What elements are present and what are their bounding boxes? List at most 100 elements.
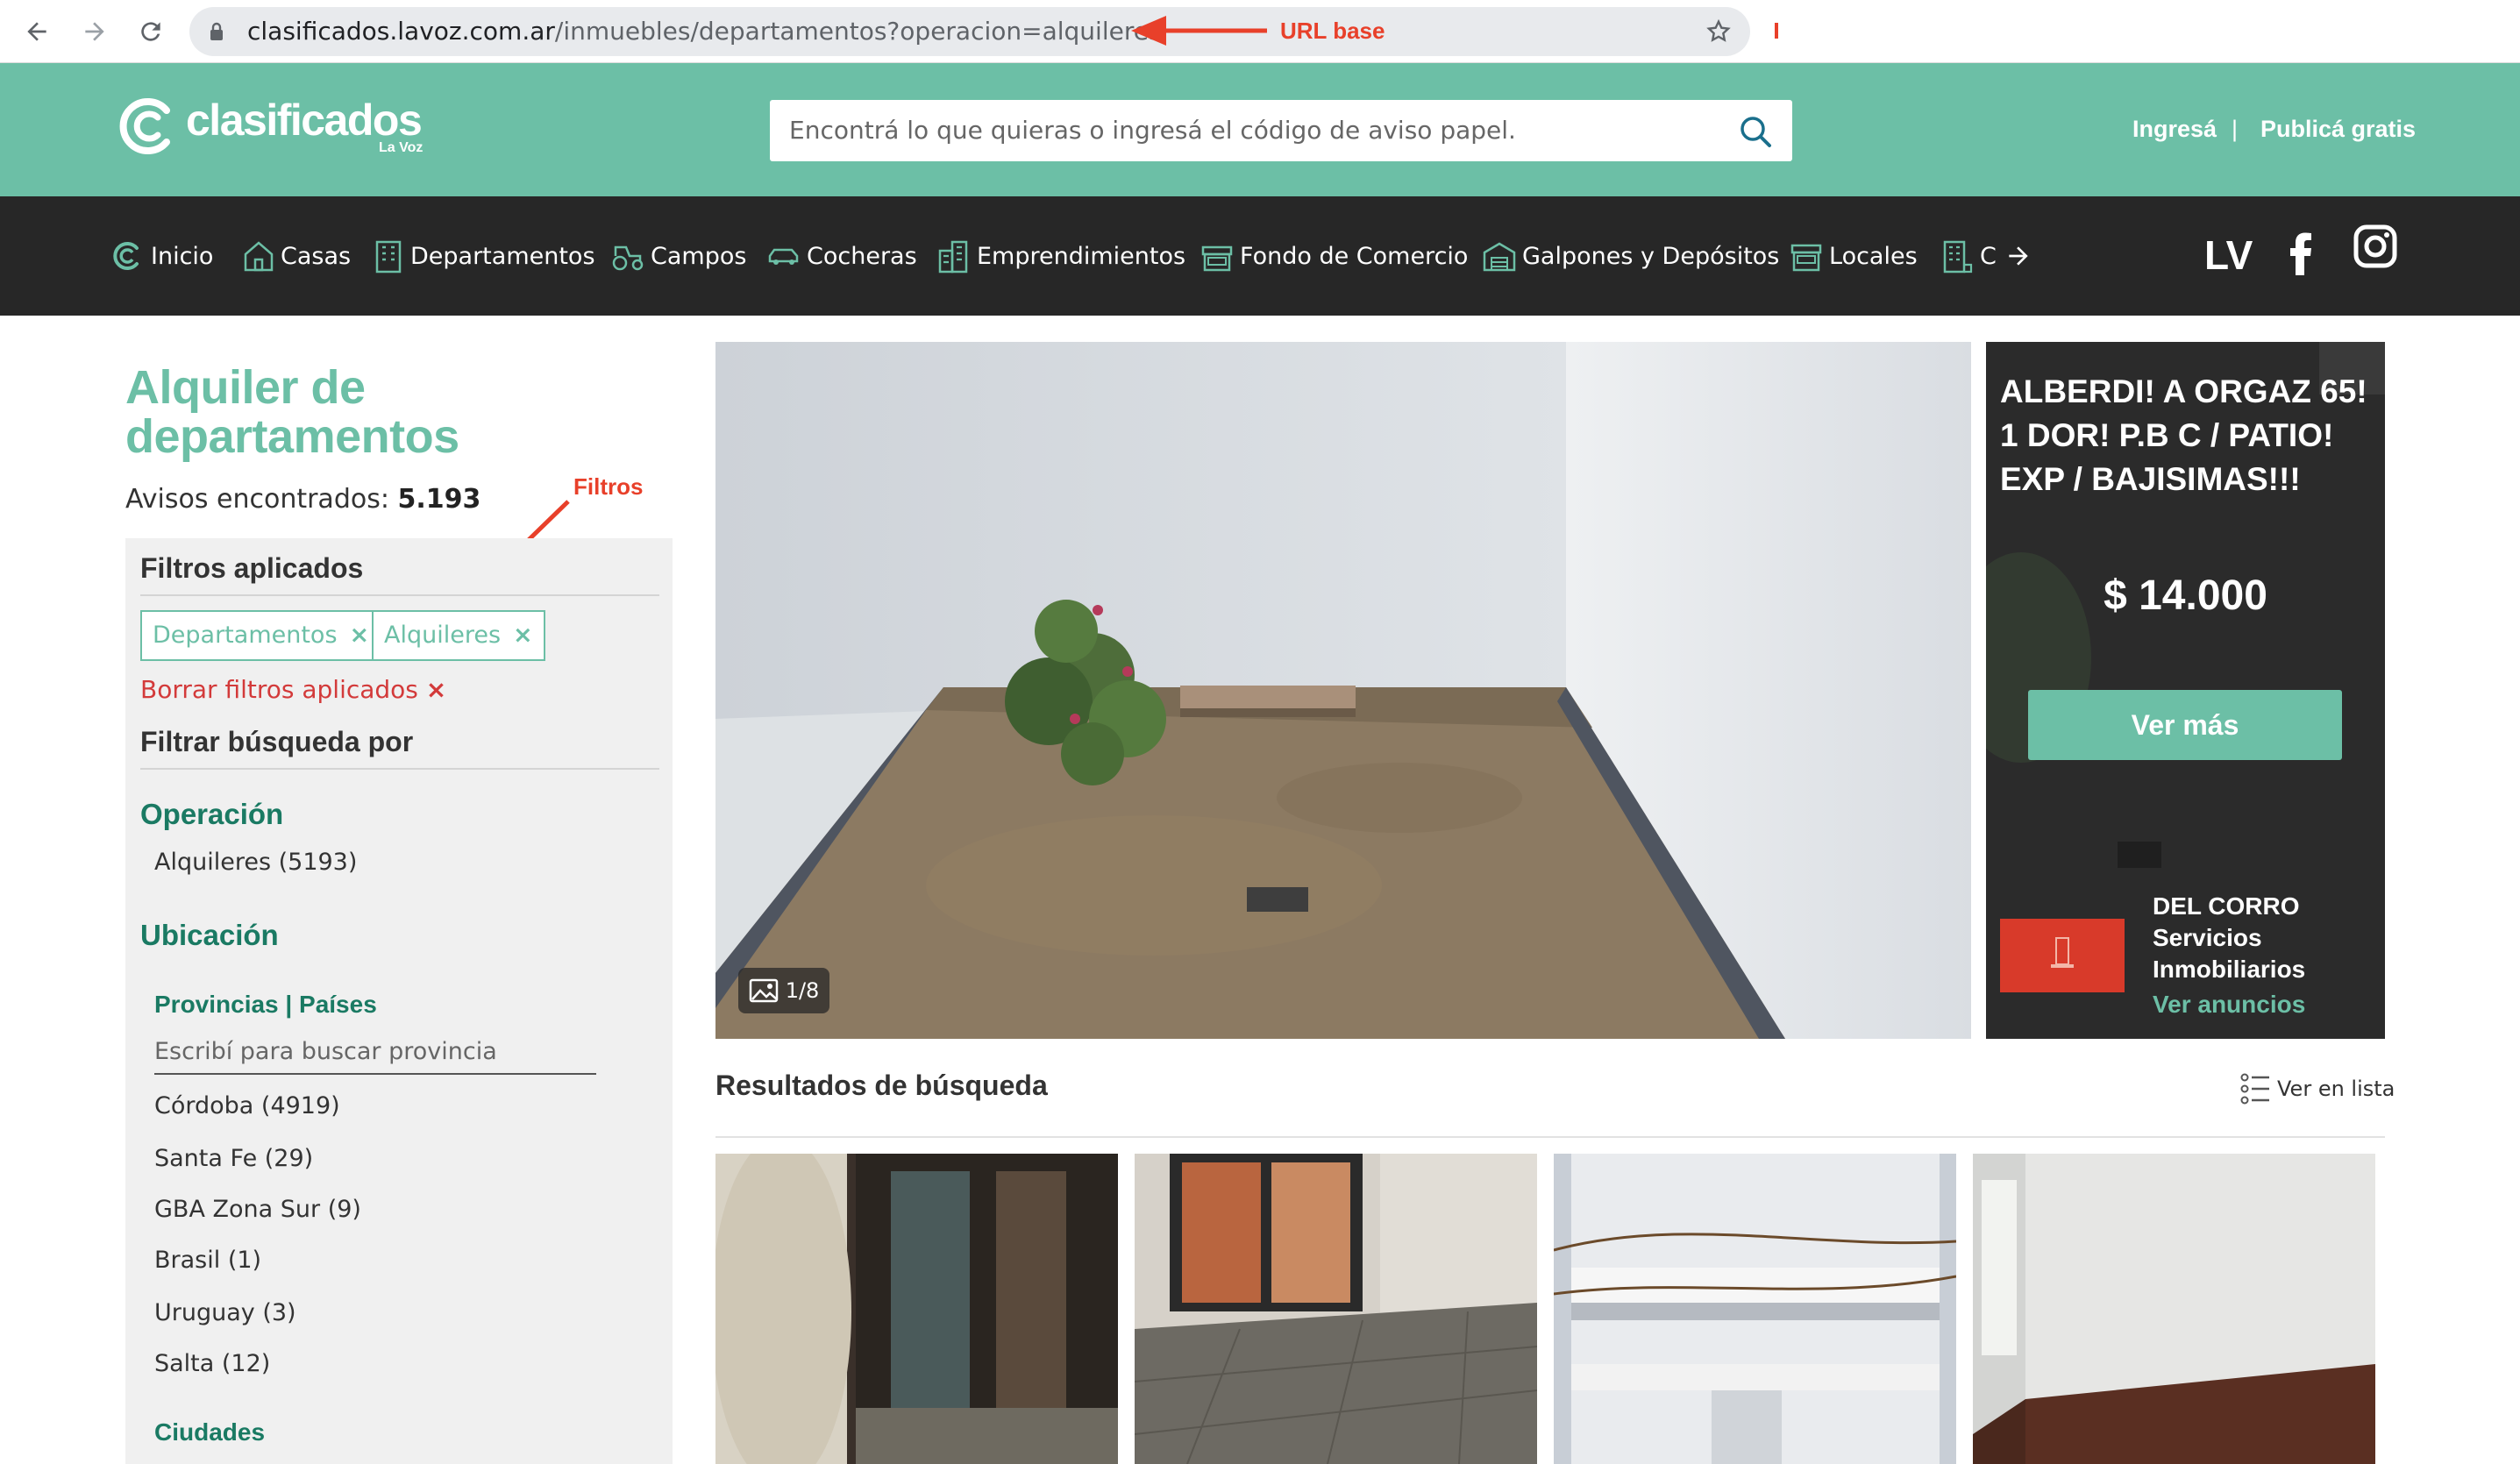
- nav-label: Cocheras: [807, 242, 917, 270]
- agency-name-line: DEL CORRO: [2153, 892, 2300, 920]
- browser-toolbar: clasificados.lavoz.com.ar/inmuebles/depa…: [0, 0, 2520, 63]
- result-card-photo[interactable]: [1554, 1154, 1956, 1464]
- result-card-photo[interactable]: [715, 1154, 1118, 1464]
- remove-filter-icon[interactable]: ×: [513, 622, 533, 649]
- nav-item-galpones[interactable]: Galpones y Depósitos: [1482, 237, 1779, 275]
- search-icon[interactable]: [1738, 114, 1773, 149]
- address-bar[interactable]: clasificados.lavoz.com.ar/inmuebles/depa…: [189, 7, 1750, 56]
- agency-logo[interactable]: [2000, 919, 2125, 992]
- agency-name-line: Inmobiliarios: [2153, 956, 2306, 983]
- nav-item-casas[interactable]: Casas: [242, 237, 351, 275]
- extension-indicator: [1775, 23, 1778, 39]
- divider: [140, 768, 659, 770]
- provinces-heading: Provincias | Países: [154, 991, 377, 1018]
- nav-item-emprendimientos[interactable]: Emprendimientos: [936, 237, 1185, 275]
- nav-next-arrow-icon[interactable]: [2004, 242, 2032, 270]
- results-heading: Resultados de búsqueda: [715, 1070, 1048, 1101]
- featured-listing-photo[interactable]: 1/8: [715, 342, 1971, 1039]
- lavoz-link[interactable]: LV: [2204, 231, 2253, 279]
- filter-chip-alquileres[interactable]: Alquileres ×: [372, 610, 545, 661]
- see-more-button[interactable]: Ver más: [2028, 690, 2342, 760]
- nav-label: Inicio: [151, 242, 214, 270]
- nav-item-fondo-de-comercio[interactable]: Fondo de Comercio: [1199, 237, 1468, 275]
- page-title: Alquiler de departamentos: [125, 361, 459, 463]
- result-card-photo[interactable]: [1973, 1154, 2375, 1464]
- cities-heading: Ciudades: [154, 1418, 266, 1446]
- filter-chip-departamentos[interactable]: Departamentos ×: [140, 610, 382, 661]
- office-icon: [1943, 240, 1973, 274]
- nav-label: Emprendimientos: [977, 242, 1186, 270]
- nav-item-campos[interactable]: Campos: [610, 237, 746, 275]
- filters-sidebar: Filtros aplicados Departamentos × Alquile…: [125, 538, 673, 1464]
- province-item[interactable]: GBA Zona Sur (9): [154, 1196, 361, 1223]
- featured-listing-card: ALBERDI! A ORGAZ 65! 1 DOR! P.B C / PATI…: [1986, 342, 2385, 1039]
- photo-counter: 1/8: [738, 968, 829, 1013]
- image-icon: [749, 978, 778, 1003]
- logo-subtitle: La Voz: [379, 140, 424, 155]
- nav-label: C: [1980, 242, 1997, 270]
- bookmark-star-icon[interactable]: [1705, 18, 1733, 46]
- store-icon: [1201, 245, 1233, 272]
- reload-icon[interactable]: [135, 16, 167, 47]
- house-icon: [244, 241, 274, 272]
- filter-by-heading: Filtrar búsqueda por: [140, 726, 414, 757]
- lock-icon: [209, 21, 224, 42]
- agency-name-line: Servicios: [2153, 924, 2262, 951]
- clear-x-icon: ×: [425, 675, 447, 704]
- nav-item-departamentos[interactable]: Departamentos: [372, 237, 595, 275]
- url-text: clasificados.lavoz.com.ar/inmuebles/depa…: [247, 17, 1162, 46]
- forward-arrow-icon[interactable]: [79, 16, 110, 47]
- car-icon: [768, 248, 799, 265]
- site-header: clasificados La Voz Encontrá lo que quie…: [0, 63, 2520, 196]
- listing-price: $ 14.000: [2104, 572, 2267, 619]
- shop-icon: [1790, 244, 1822, 272]
- logo-text[interactable]: clasificados: [186, 95, 423, 146]
- nav-item-inicio[interactable]: Inicio: [110, 237, 213, 275]
- province-item[interactable]: Santa Fe (29): [154, 1145, 313, 1172]
- result-card-photo[interactable]: [1135, 1154, 1537, 1464]
- nav-label: Galpones y Depósitos: [1522, 242, 1780, 270]
- header-separator: |: [2232, 116, 2239, 142]
- applied-filters-heading: Filtros aplicados: [140, 552, 364, 584]
- view-list-toggle[interactable]: Ver en lista: [2240, 1071, 2395, 1106]
- tractor-icon: [612, 245, 644, 271]
- warehouse-icon: [1483, 242, 1516, 272]
- search-bar[interactable]: Encontrá lo que quieras o ingresá el cód…: [770, 100, 1792, 161]
- nav-item-cocheras[interactable]: Cocheras: [766, 237, 917, 275]
- listing-title[interactable]: ALBERDI! A ORGAZ 65! 1 DOR! P.B C / PATI…: [2000, 370, 2377, 501]
- divider: [140, 594, 659, 596]
- publish-link[interactable]: Publicá gratis: [2260, 116, 2416, 143]
- home-logo-icon: [113, 242, 139, 270]
- operation-item-alquileres[interactable]: Alquileres (5193): [154, 849, 357, 876]
- login-link[interactable]: Ingresá: [2132, 116, 2217, 143]
- search-input[interactable]: Encontrá lo que quieras o ingresá el cód…: [789, 100, 1516, 161]
- nav-label: Locales: [1829, 242, 1918, 270]
- divider: [715, 1136, 2385, 1138]
- location-heading: Ubicación: [140, 919, 279, 951]
- list-view-icon: [2240, 1073, 2269, 1105]
- nav-item-oficinas[interactable]: C: [1940, 237, 1997, 275]
- province-item[interactable]: Brasil (1): [154, 1247, 261, 1274]
- nav-label: Campos: [651, 242, 747, 270]
- building-icon: [375, 240, 402, 274]
- agency-listings-link[interactable]: Ver anuncios: [2153, 991, 2305, 1019]
- logo-icon[interactable]: [112, 91, 182, 161]
- nav-item-locales[interactable]: Locales: [1789, 237, 1918, 275]
- annotation-url-label: URL base: [1280, 18, 1385, 44]
- buildings-icon: [938, 240, 968, 274]
- remove-filter-icon[interactable]: ×: [350, 622, 370, 649]
- facebook-icon[interactable]: [2287, 231, 2315, 275]
- instagram-icon[interactable]: [2353, 224, 2397, 268]
- province-item[interactable]: Uruguay (3): [154, 1299, 296, 1326]
- province-item[interactable]: Salta (12): [154, 1350, 270, 1377]
- province-search-input[interactable]: Escribí para buscar provincia: [154, 1033, 596, 1075]
- nav-label: Departamentos: [410, 242, 595, 270]
- nav-label: Fondo de Comercio: [1240, 242, 1469, 270]
- results-count: Avisos encontrados: 5.193: [125, 484, 481, 515]
- patio-photo: [715, 342, 1971, 1039]
- operation-heading: Operación: [140, 798, 284, 830]
- annotation-filters-label: Filtros: [573, 473, 644, 500]
- clear-filters-link[interactable]: Borrar filtros aplicados ×: [140, 675, 446, 704]
- province-item[interactable]: Córdoba (4919): [154, 1092, 340, 1119]
- back-arrow-icon[interactable]: [21, 16, 53, 47]
